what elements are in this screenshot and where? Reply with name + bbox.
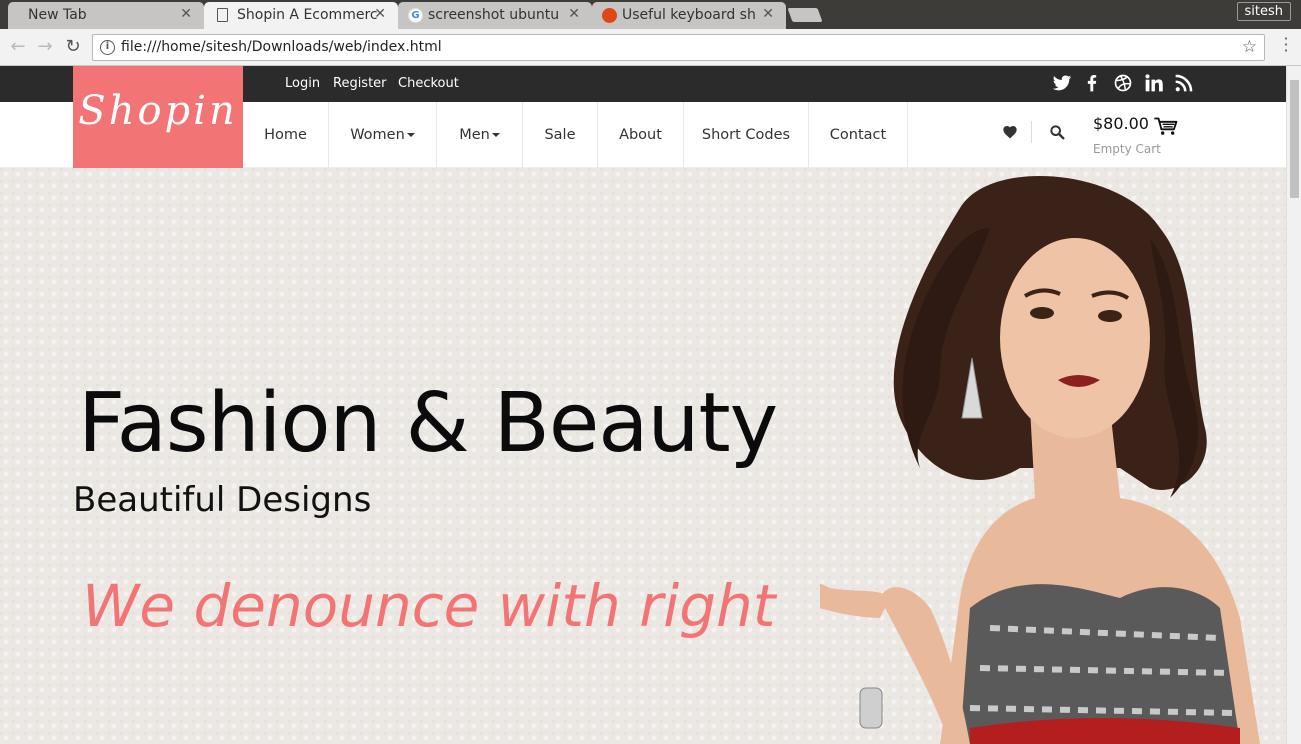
checkout-link[interactable]: Checkout	[398, 76, 459, 91]
tab-new-tab[interactable]: New Tab ✕	[8, 2, 204, 29]
reload-icon[interactable]: ↻	[62, 36, 84, 57]
nav-men[interactable]: Men	[437, 102, 523, 168]
nav-label: About	[619, 127, 662, 143]
info-icon[interactable]: i	[100, 40, 115, 55]
hero-title: Fashion & Beauty	[78, 376, 778, 471]
tab-title: Shopin A Ecommerce	[237, 7, 377, 23]
back-icon[interactable]: ←	[7, 36, 29, 57]
google-icon: G	[408, 8, 423, 23]
hero-model-image	[820, 175, 1260, 744]
tab-title: Useful keyboard sh	[622, 7, 756, 23]
browser-toolbar: ← → ↻ i file:///home/sitesh/Downloads/we…	[0, 29, 1301, 66]
browser-menu-icon[interactable]: · · ·	[1283, 31, 1289, 59]
tab-shopin[interactable]: Shopin A Ecommerce ✕	[204, 2, 398, 29]
heart-icon[interactable]	[1002, 124, 1018, 140]
nav-label: Women	[350, 127, 405, 143]
url-text[interactable]: file:///home/sitesh/Downloads/web/index.…	[121, 39, 442, 55]
nav-short-codes[interactable]: Short Codes	[684, 102, 809, 168]
new-tab-button[interactable]	[787, 8, 823, 22]
nav-label: Sale	[544, 127, 576, 143]
tab-title: screenshot ubuntu	[428, 7, 560, 23]
tab-screenshot-ubuntu[interactable]: G screenshot ubuntu ✕	[398, 2, 592, 29]
register-link[interactable]: Register	[333, 76, 387, 91]
cart-icon[interactable]	[1153, 116, 1179, 136]
caret-down-icon	[491, 133, 500, 137]
site-logo[interactable]: Shopin	[73, 66, 243, 168]
login-link[interactable]: Login	[285, 76, 320, 91]
logo-text: Shopin	[78, 88, 238, 134]
nav-label: Short Codes	[701, 127, 791, 143]
dribbble-icon[interactable]	[1113, 73, 1133, 93]
close-icon[interactable]: ✕	[374, 6, 386, 22]
close-icon[interactable]: ✕	[762, 6, 774, 22]
nav-sale[interactable]: Sale	[523, 102, 598, 168]
nav-home[interactable]: Home	[243, 102, 329, 168]
facebook-icon[interactable]	[1082, 73, 1102, 93]
cart-total[interactable]: $80.00	[1093, 114, 1149, 133]
forward-icon[interactable]: →	[34, 36, 56, 57]
caret-down-icon	[406, 133, 415, 137]
close-icon[interactable]: ✕	[568, 6, 580, 22]
nav-label: Home	[264, 127, 307, 143]
nav-label: Contact	[829, 127, 887, 143]
page-scrollbar[interactable]	[1286, 66, 1301, 744]
scrollbar-thumb[interactable]	[1290, 80, 1299, 198]
twitter-icon[interactable]	[1052, 73, 1072, 93]
search-icon[interactable]	[1049, 124, 1065, 140]
hero-subtitle: Beautiful Designs	[73, 480, 372, 520]
address-bar[interactable]: i file:///home/sitesh/Downloads/web/inde…	[92, 34, 1265, 61]
browser-tabstrip: New Tab ✕ Shopin A Ecommerce ✕ G screens…	[0, 0, 1301, 29]
rss-icon[interactable]	[1174, 73, 1194, 93]
nav-women[interactable]: Women	[329, 102, 437, 168]
page-viewport: Login Register Checkout Shopin Home Wome…	[0, 66, 1286, 744]
hero-banner: Fashion & Beauty Beautiful Designs We de…	[0, 168, 1286, 744]
empty-cart-link[interactable]: Empty Cart	[1093, 142, 1161, 156]
close-icon[interactable]: ✕	[180, 6, 192, 22]
document-icon	[217, 8, 228, 22]
icon-divider	[1031, 121, 1032, 143]
profile-button[interactable]: sitesh	[1236, 2, 1291, 21]
ubuntu-icon	[602, 8, 617, 23]
tab-useful-keyboard[interactable]: Useful keyboard sh ✕	[592, 2, 786, 29]
hero-tagline: We denounce with right	[82, 572, 776, 640]
nav-about[interactable]: About	[598, 102, 684, 168]
nav-label: Men	[459, 127, 490, 143]
bookmark-star-icon[interactable]: ☆	[1242, 37, 1257, 57]
linkedin-icon[interactable]	[1144, 73, 1164, 93]
tab-title: New Tab	[28, 7, 87, 23]
nav-contact[interactable]: Contact	[809, 102, 908, 168]
